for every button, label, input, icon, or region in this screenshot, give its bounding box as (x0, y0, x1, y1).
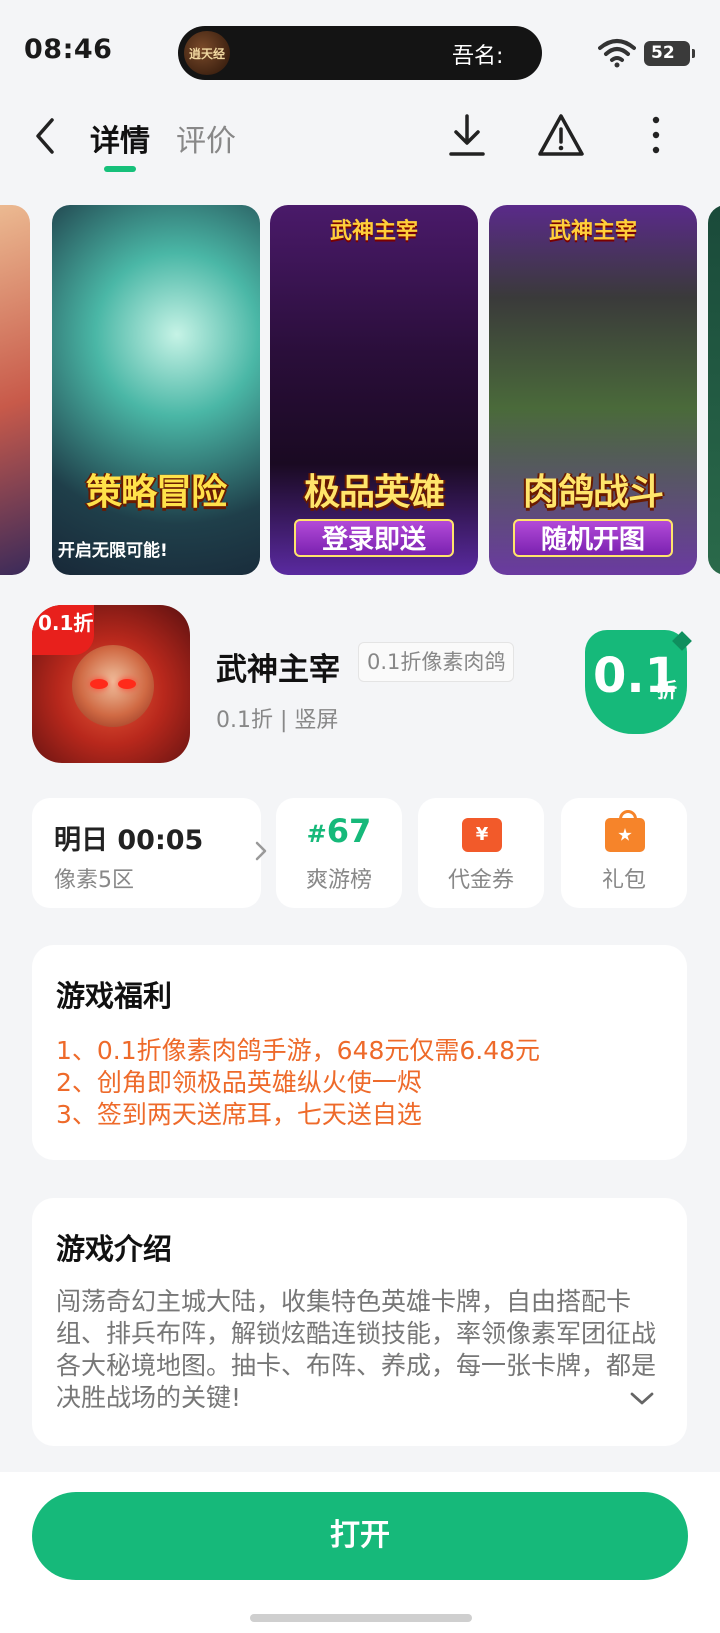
intro-text: 闯荡奇幻主城大陆，收集特色英雄卡牌，自由搭配卡组、排兵布阵，解锁炫酷连锁技能，率… (56, 1287, 657, 1412)
tab-active-indicator (104, 166, 136, 172)
more-icon[interactable] (646, 112, 666, 158)
server-zone: 像素5区 (54, 868, 134, 893)
screenshot-3-logo: 武神主宰 (548, 219, 637, 244)
voucher-card[interactable]: ¥ 代金券 (418, 798, 544, 908)
screenshot-2-logo: 武神主宰 (329, 219, 418, 244)
rank-label: 爽游榜 (305, 868, 372, 893)
screenshot-2[interactable]: 武神主宰 极品英雄 登录即送 (270, 205, 478, 575)
screenshot-1-banner: 策略冒险 (85, 472, 227, 513)
clock: 08:46 (24, 34, 113, 65)
screenshot-partial-right[interactable] (708, 205, 720, 575)
welfare-list: 1、0.1折像素肉鸽手游，648元仅需6.48元 2、创角即领极品英雄纵火使一烬… (56, 1035, 667, 1131)
top-nav: 详情 评价 (0, 100, 720, 180)
chevron-down-icon[interactable] (628, 1390, 656, 1408)
bottom-bar: 打开 (0, 1472, 720, 1633)
gift-label: 礼包 (601, 868, 646, 893)
app-icon-badge: 0.1折 (32, 605, 94, 655)
screenshot-3-banner: 肉鸽战斗 (522, 472, 664, 513)
chevron-right-icon (255, 841, 267, 861)
server-card[interactable]: 明日 00:05 像素5区 (32, 798, 267, 908)
screenshot-2-sub: 登录即送 (294, 519, 454, 557)
welfare-item: 3、签到两天送席耳，七天送自选 (56, 1100, 422, 1129)
welfare-item: 2、创角即领极品英雄纵火使一烬 (56, 1068, 422, 1097)
app-icon-character (72, 645, 154, 727)
voucher-icon: ¥ (462, 818, 502, 852)
app-tag: 0.1折像素肉鸽 (358, 642, 515, 682)
server-open-time: 明日 00:05 (54, 825, 204, 856)
intro-title: 游戏介绍 (56, 1232, 173, 1266)
warning-icon[interactable] (536, 112, 586, 158)
screenshot-3-sub: 随机开图 (513, 519, 673, 557)
screenshot-1-caption: 开启无限可能! (58, 541, 168, 561)
screenshot-1[interactable]: 策略冒险 开启无限可能! (52, 205, 260, 575)
welfare-item: 1、0.1折像素肉鸽手游，648元仅需6.48元 (56, 1036, 541, 1065)
app-name: 武神主宰 (216, 652, 340, 688)
gift-icon (605, 810, 645, 852)
discount-unit: 折 (657, 678, 677, 702)
status-bar: 08:46 逍天经 吾名: 52 (0, 0, 720, 100)
rank-card[interactable]: #67 爽游榜 (276, 798, 402, 908)
open-button[interactable]: 打开 (32, 1492, 688, 1580)
tab-review[interactable]: 评价 (176, 116, 236, 160)
rank-hash: # (306, 820, 327, 848)
welfare-panel: 游戏福利 1、0.1折像素肉鸽手游，648元仅需6.48元 2、创角即领极品英雄… (32, 945, 687, 1160)
discount-badge: 0.1 折 (585, 630, 687, 734)
screenshot-carousel[interactable]: 策略冒险 开启无限可能! 武神主宰 极品英雄 登录即送 武神主宰 肉鸽战斗 随机… (0, 205, 720, 575)
rank-number: #67 (276, 812, 402, 850)
welfare-title: 游戏福利 (56, 979, 173, 1013)
voucher-label: 代金券 (447, 868, 514, 893)
back-icon[interactable] (28, 114, 64, 158)
dynamic-island[interactable]: 逍天经 吾名: (178, 26, 542, 80)
island-text: 吾名: (452, 44, 504, 69)
screenshot-partial-left[interactable] (0, 205, 30, 575)
app-icon: 0.1折 (32, 605, 190, 763)
gift-card[interactable]: 礼包 (561, 798, 687, 908)
wifi-icon (598, 39, 636, 68)
download-icon[interactable] (446, 110, 488, 160)
home-indicator[interactable] (250, 1614, 472, 1622)
screenshot-3[interactable]: 武神主宰 肉鸽战斗 随机开图 (489, 205, 697, 575)
app-meta: 0.1折 | 竖屏 (216, 708, 339, 733)
rank-value: 67 (326, 812, 372, 850)
intro-panel[interactable]: 游戏介绍 闯荡奇幻主城大陆，收集特色英雄卡牌，自由搭配卡组、排兵布阵，解锁炫酷连… (32, 1198, 687, 1446)
screenshot-2-banner: 极品英雄 (303, 472, 445, 513)
battery-indicator: 52 (644, 41, 695, 66)
tab-detail[interactable]: 详情 (90, 116, 150, 160)
island-app-logo: 逍天经 (184, 31, 230, 75)
